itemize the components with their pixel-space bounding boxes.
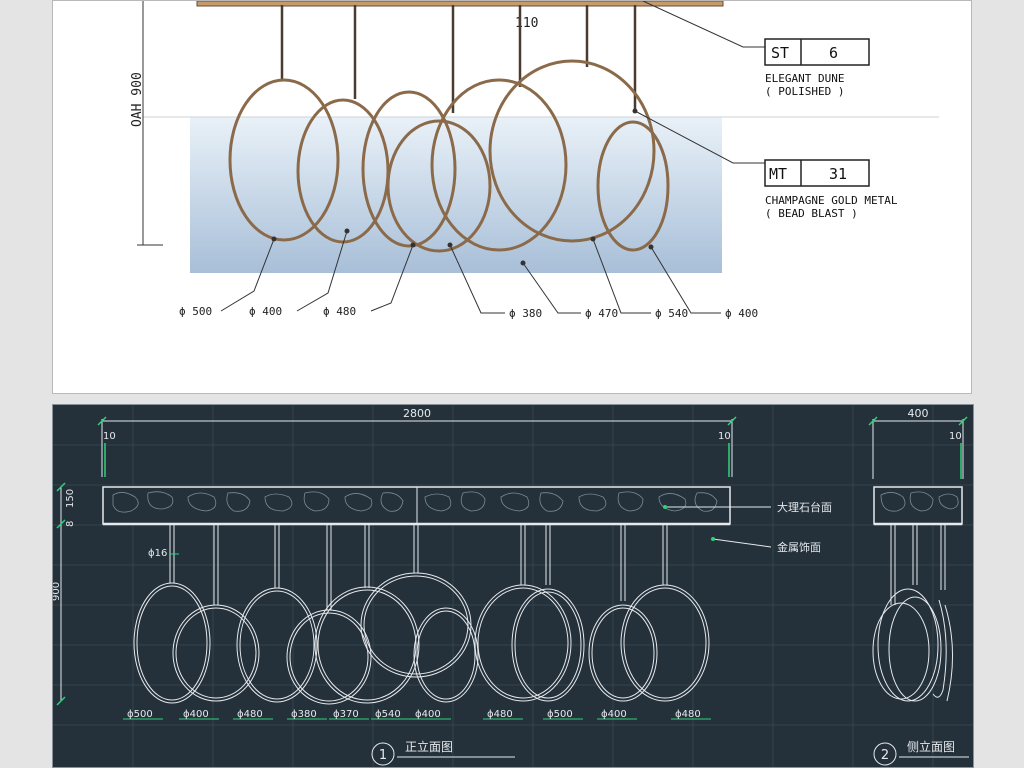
callout-540: ϕ 540	[655, 307, 688, 320]
slab-thickness-dim: 150	[65, 489, 76, 508]
ring-label-6: ϕ540	[375, 709, 401, 720]
metal-tag-finish: ( BEAD BLAST )	[765, 207, 858, 220]
marble-top-label: 大理石台面	[777, 500, 832, 514]
ring-label-4: ϕ380	[291, 709, 317, 720]
callout-400: ϕ 400	[249, 305, 282, 318]
slab-edge-dim: 8	[65, 521, 76, 527]
rod-diameter-label: ϕ16	[148, 548, 167, 559]
front-elevation-title: 正立面图	[405, 739, 453, 754]
stone-tag-number: 6	[829, 44, 838, 62]
callout-400b: ϕ 400	[725, 307, 758, 320]
callout-380: ϕ 380	[509, 307, 542, 320]
callout-480: ϕ 480	[323, 305, 356, 318]
callout-500: ϕ 500	[179, 305, 212, 318]
stone-tag: ST 6 ELEGANT DUNE ( POLISHED )	[764, 38, 870, 98]
sketch-panel: OAH 900 110 ϕ 500 ϕ 400 ϕ 480 ϕ 380 ϕ 47…	[52, 0, 972, 394]
metal-tag-name: CHAMPAGNE GOLD METAL	[765, 194, 898, 207]
right-offset-dim: 10	[718, 431, 731, 442]
ring-label-11: ϕ480	[675, 709, 701, 720]
height-dimension-900: 900	[53, 582, 62, 601]
callout-470: ϕ 470	[585, 307, 618, 320]
cad-panel: 2800 10 10 150 8 900 ϕ16 大理石台面 金属饰面 ϕ500…	[52, 404, 974, 768]
ring-label-9: ϕ500	[547, 709, 573, 720]
side-offset-dim: 10	[949, 431, 962, 442]
metal-finish-label: 金属饰面	[777, 540, 821, 554]
ring-label-10: ϕ400	[601, 709, 627, 720]
sketch-drawing: OAH 900 110 ϕ 500 ϕ 400 ϕ 480 ϕ 380 ϕ 47…	[130, 1, 939, 320]
side-width-dimension: 400	[908, 407, 929, 420]
left-offset-dim: 10	[103, 431, 116, 442]
ring-label-8: ϕ480	[487, 709, 513, 720]
metal-tag-number: 31	[829, 165, 847, 183]
cad-drawing: 2800 10 10 150 8 900 ϕ16 大理石台面 金属饰面 ϕ500…	[53, 405, 973, 767]
rod-spacing-label: 110	[515, 16, 538, 31]
height-dimension-label: OAH 900	[130, 72, 145, 127]
hanging-rings	[133, 572, 710, 705]
front-elevation: 2800 10 10 150 8 900 ϕ16 大理石台面 金属饰面 ϕ500…	[53, 407, 832, 766]
stone-tag-code: ST	[771, 44, 789, 62]
hanging-rods	[169, 524, 668, 610]
stone-tag-finish: ( POLISHED )	[765, 85, 844, 98]
ring-label-2: ϕ400	[183, 709, 209, 720]
stone-tag-name: ELEGANT DUNE	[765, 72, 844, 85]
front-title-number: 1	[379, 748, 387, 763]
metal-tag: MT 31 CHAMPAGNE GOLD METAL ( BEAD BLAST …	[764, 159, 898, 220]
metal-tag-code: MT	[769, 165, 787, 183]
ring-label-1: ϕ500	[127, 709, 153, 720]
ring-label-5: ϕ370	[333, 709, 359, 720]
side-elevation-title: 侧立面图	[907, 739, 955, 754]
ring-label-3: ϕ480	[237, 709, 263, 720]
side-title-number: 2	[881, 748, 889, 763]
width-dimension-2800: 2800	[403, 407, 431, 420]
side-elevation: 400 10 2 侧立面图	[868, 407, 969, 766]
ring-label-7: ϕ400	[415, 709, 441, 720]
